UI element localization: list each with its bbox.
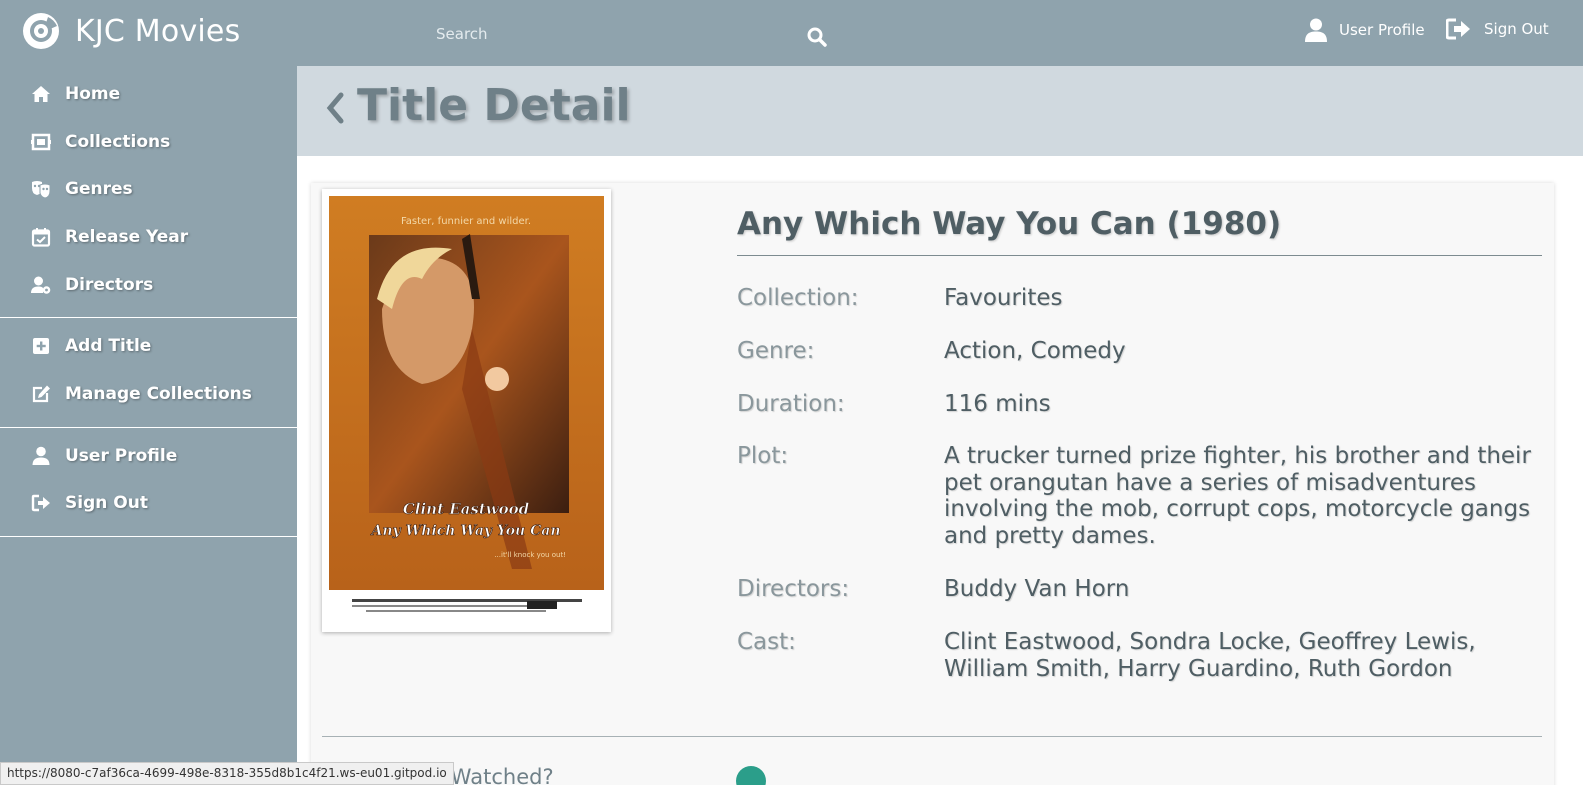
detail-label-duration: Duration: — [737, 391, 845, 417]
sidebar-item-label: User Profile — [65, 445, 178, 466]
poster-subline: ...it'll knock you out! — [494, 551, 566, 559]
sidebar-item-add-title[interactable]: Add Title — [0, 322, 297, 370]
sidebar: Home Collections Genres Release Year Dir… — [0, 66, 297, 785]
detail-label-plot: Plot: — [737, 443, 789, 469]
collections-icon — [31, 133, 51, 150]
sidebar-item-label: Home — [65, 83, 121, 104]
sidebar-item-collections[interactable]: Collections — [0, 118, 297, 166]
user-profile-label: User Profile — [1339, 21, 1425, 39]
sidebar-item-genres[interactable]: Genres — [0, 165, 297, 213]
poster-title: Any Which Way You Can — [370, 523, 561, 539]
calendar-check-icon — [31, 227, 51, 247]
sidebar-item-home[interactable]: Home — [0, 70, 297, 118]
edit-icon — [32, 385, 50, 403]
poster-tagline: Faster, funnier and wilder. — [401, 216, 531, 227]
movie-poster: Faster, funnier and wilder. Clint Eastwo… — [322, 189, 611, 632]
sidebar-item-label: Manage Collections — [65, 383, 252, 404]
search-icon[interactable] — [806, 26, 828, 48]
detail-value-genre: Action, Comedy — [944, 338, 1126, 364]
detail-label-directors: Directors: — [737, 576, 850, 602]
sign-out-link[interactable]: Sign Out — [1446, 18, 1549, 40]
sign-out-icon — [1446, 18, 1470, 40]
detail-value-plot: A trucker turned prize fighter, his brot… — [944, 443, 1531, 549]
page-title: Title Detail — [357, 80, 631, 131]
sign-out-label: Sign Out — [1484, 20, 1549, 38]
user-icon — [1305, 18, 1327, 42]
user-cog-icon — [31, 276, 51, 294]
status-bar-url: https://8080-c7af36ca-4699-498e-8318-355… — [0, 762, 454, 785]
sidebar-item-user-profile[interactable]: User Profile — [0, 432, 297, 480]
detail-label-collection: Collection: — [737, 285, 859, 311]
sidebar-item-manage-collections[interactable]: Manage Collections — [0, 370, 297, 418]
sidebar-item-label: Genres — [65, 179, 133, 200]
user-icon — [32, 446, 50, 465]
user-profile-link[interactable]: User Profile — [1305, 18, 1425, 42]
home-icon — [32, 85, 50, 102]
sidebar-item-label: Directors — [65, 274, 154, 295]
nav-group-account: User Profile Sign Out — [0, 428, 297, 538]
detail-value-directors: Buddy Van Horn — [944, 576, 1130, 602]
nav-group-manage: Add Title Manage Collections — [0, 318, 297, 428]
detail-value-collection: Favourites — [944, 285, 1063, 311]
plus-square-icon — [33, 338, 49, 355]
sidebar-item-sign-out[interactable]: Sign Out — [0, 480, 297, 528]
nav-group-browse: Home Collections Genres Release Year Dir… — [0, 66, 297, 319]
detail-value-cast: Clint Eastwood, Sondra Locke, Geoffrey L… — [944, 629, 1476, 682]
top-navbar: KJC Movies User Profile Sign Out — [0, 0, 1583, 66]
brand[interactable]: KJC Movies — [22, 12, 240, 50]
sidebar-item-release-year[interactable]: Release Year — [0, 213, 297, 261]
divider — [322, 736, 1542, 737]
divider — [737, 255, 1542, 256]
sidebar-item-label: Sign Out — [65, 493, 148, 514]
brand-name: KJC Movies — [75, 13, 241, 49]
detail-label-genre: Genre: — [737, 338, 815, 364]
sidebar-item-label: Collections — [65, 131, 171, 152]
sidebar-item-directors[interactable]: Directors — [0, 261, 297, 309]
theater-masks-icon — [32, 181, 51, 199]
poster-star: Clint Eastwood — [403, 500, 530, 518]
detail-value-duration: 116 mins — [944, 391, 1051, 417]
movie-title: Any Which Way You Can (1980) — [737, 206, 1282, 242]
sidebar-item-label: Add Title — [65, 336, 152, 357]
search-input[interactable] — [436, 20, 796, 48]
chevron-left-icon[interactable] — [326, 92, 346, 124]
film-reel-icon — [23, 13, 59, 49]
sidebar-item-label: Release Year — [65, 226, 189, 247]
detail-label-cast: Cast: — [737, 629, 796, 655]
sign-out-icon — [31, 495, 50, 512]
